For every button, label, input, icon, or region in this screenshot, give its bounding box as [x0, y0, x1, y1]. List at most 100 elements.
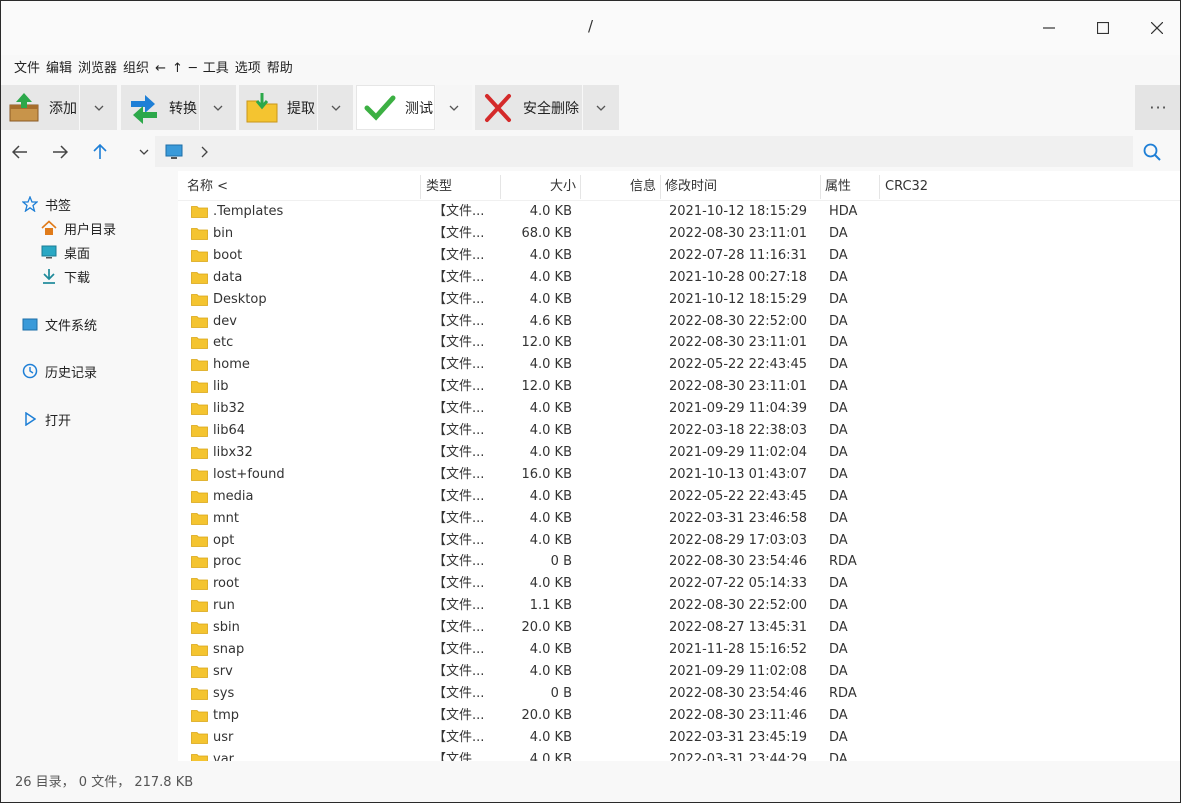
file-type: 【文件...	[433, 554, 485, 570]
test-dropdown[interactable]	[436, 85, 472, 130]
file-type: 【文件...	[433, 707, 485, 723]
table-row[interactable]: lib32 【文件... 4.0 KB 2021-09-29 11:04:39 DA	[178, 398, 1180, 420]
table-row[interactable]: etc 【文件... 12.0 KB 2022-08-30 23:11:01 DA	[178, 332, 1180, 354]
table-row[interactable]: sys 【文件... 0 B 2022-08-30 23:54:46 RDA	[178, 683, 1180, 705]
table-row[interactable]: snap 【文件... 4.0 KB 2021-11-28 15:16:52 DA	[178, 639, 1180, 661]
sidebar-item-open[interactable]: 打开	[21, 409, 71, 429]
delete-dropdown[interactable]	[583, 85, 619, 130]
table-row[interactable]: lib64 【文件... 4.0 KB 2022-03-18 22:38:03 DA	[178, 420, 1180, 442]
file-name: sbin	[213, 620, 240, 636]
menu-file[interactable]: 文件	[11, 59, 43, 79]
breadcrumb-chevron-icon[interactable]	[201, 146, 208, 158]
table-row[interactable]: sbin 【文件... 20.0 KB 2022-08-27 13:45:31 DA	[178, 617, 1180, 639]
table-row[interactable]: var 【文件... 4.0 KB 2022-03-31 23:44:29 DA	[178, 749, 1180, 762]
chevron-down-icon	[139, 149, 149, 155]
table-row[interactable]: libx32 【文件... 4.0 KB 2021-09-29 11:02:04 DA	[178, 442, 1180, 464]
table-row[interactable]: opt 【文件... 4.0 KB 2022-08-29 17:03:03 DA	[178, 530, 1180, 552]
test-button[interactable]: 测试	[356, 85, 435, 130]
column-type[interactable]: 类型	[426, 176, 452, 198]
sidebar-item-downloads[interactable]: 下载	[40, 266, 90, 286]
table-row[interactable]: lost+found 【文件... 16.0 KB 2021-10-13 01:43:…	[178, 464, 1180, 486]
column-separator[interactable]	[580, 175, 581, 199]
secure-delete-button[interactable]: 安全删除	[475, 85, 582, 130]
folder-icon	[191, 709, 208, 722]
table-row[interactable]: data 【文件... 4.0 KB 2021-10-28 00:27:18 DA	[178, 267, 1180, 289]
close-button[interactable]	[1134, 11, 1180, 45]
table-row[interactable]: .Templates 【文件... 4.0 KB 2021-10-12 18:15:2…	[178, 201, 1180, 223]
column-crc32[interactable]: CRC32	[885, 176, 928, 198]
add-button[interactable]: 添加	[1, 85, 79, 130]
more-options-button[interactable]: ···	[1135, 85, 1180, 130]
search-button[interactable]	[1138, 138, 1166, 166]
menu-options[interactable]: 选项	[232, 59, 264, 79]
extract-dropdown[interactable]	[318, 85, 353, 130]
sidebar-item-history[interactable]: 历史记录	[21, 361, 97, 381]
table-row[interactable]: home 【文件... 4.0 KB 2022-05-22 22:43:45 DA	[178, 354, 1180, 376]
back-button[interactable]	[5, 138, 35, 166]
file-type: 【文件...	[433, 663, 485, 679]
column-separator[interactable]	[879, 175, 880, 199]
maximize-button[interactable]	[1080, 11, 1126, 45]
table-row[interactable]: srv 【文件... 4.0 KB 2021-09-29 11:02:08 DA	[178, 661, 1180, 683]
file-type: 【文件...	[433, 269, 485, 285]
file-type: 【文件...	[433, 685, 485, 701]
table-row[interactable]: bin 【文件... 68.0 KB 2022-08-30 23:11:01 DA	[178, 223, 1180, 245]
file-type: 【文件...	[433, 313, 485, 329]
forward-button[interactable]	[45, 138, 75, 166]
sidebar-item-desktop[interactable]: 桌面	[40, 242, 90, 262]
column-attributes[interactable]: 属性	[825, 176, 851, 198]
maximize-icon	[1097, 22, 1109, 34]
minimize-button[interactable]	[1026, 11, 1072, 45]
file-name: sys	[213, 685, 235, 701]
add-dropdown[interactable]	[80, 85, 117, 130]
table-row[interactable]: run 【文件... 1.1 KB 2022-08-30 22:52:00 DA	[178, 595, 1180, 617]
file-attributes: DA	[829, 401, 848, 417]
chevron-down-icon	[94, 105, 103, 111]
sidebar-item-filesystem[interactable]: 文件系统	[21, 314, 97, 334]
table-row[interactable]: mnt 【文件... 4.0 KB 2022-03-31 23:46:58 DA	[178, 508, 1180, 530]
menu-tools[interactable]: 工具	[200, 59, 232, 79]
file-type: 【文件...	[433, 642, 485, 657]
file-size: 4.0 KB	[529, 401, 572, 417]
convert-button[interactable]: 转换	[121, 85, 199, 130]
menu-up-arrow[interactable]: ↑	[169, 59, 186, 79]
table-row[interactable]: dev 【文件... 4.6 KB 2022-08-30 22:52:00 DA	[178, 311, 1180, 333]
menu-browser[interactable]: 浏览器	[75, 59, 120, 79]
column-modified[interactable]: 修改时间	[665, 176, 717, 198]
convert-dropdown[interactable]	[200, 85, 236, 130]
file-attributes: DA	[829, 751, 848, 762]
column-separator[interactable]	[420, 175, 421, 199]
sidebar-item-bookmarks[interactable]: 书签	[21, 194, 71, 214]
table-row[interactable]: root 【文件... 4.0 KB 2022-07-22 05:14:33 DA	[178, 573, 1180, 595]
table-row[interactable]: media 【文件... 4.0 KB 2022-05-22 22:43:45 DA	[178, 486, 1180, 508]
file-modified: 2021-10-13 01:43:07	[669, 466, 808, 482]
file-attributes: DA	[829, 510, 848, 526]
column-separator[interactable]	[500, 175, 501, 199]
sidebar-label-open: 打开	[45, 413, 72, 429]
file-type: 【文件...	[433, 598, 485, 614]
menu-organize[interactable]: 组织	[120, 59, 152, 79]
menu-back-arrow[interactable]: ←	[152, 59, 169, 79]
table-row[interactable]: usr 【文件... 4.0 KB 2022-03-31 23:45:19 DA	[178, 727, 1180, 749]
menu-separator-dash[interactable]: ─	[186, 59, 200, 79]
chevron-down-icon	[596, 105, 606, 111]
table-row[interactable]: tmp 【文件... 20.0 KB 2022-08-30 23:11:46 DA	[178, 705, 1180, 727]
extract-button[interactable]: 提取	[239, 85, 317, 130]
file-size: 4.0 KB	[529, 423, 572, 438]
menu-help[interactable]: 帮助	[264, 59, 296, 79]
file-modified: 2022-03-31 23:46:58	[669, 510, 808, 526]
column-name[interactable]: 名称 <	[187, 176, 228, 198]
table-row[interactable]: lib 【文件... 12.0 KB 2022-08-30 23:11:01 DA	[178, 376, 1180, 398]
column-separator[interactable]	[820, 175, 821, 199]
column-info[interactable]: 信息	[586, 176, 656, 198]
menu-edit[interactable]: 编辑	[43, 59, 75, 79]
table-row[interactable]: Desktop 【文件... 4.0 KB 2021-10-12 18:15:29 DA	[178, 289, 1180, 311]
table-row[interactable]: proc 【文件... 0 B 2022-08-30 23:54:46 RDA	[178, 551, 1180, 573]
column-size[interactable]: 大小	[506, 176, 576, 198]
table-row[interactable]: boot 【文件... 4.0 KB 2022-07-28 11:16:31 DA	[178, 245, 1180, 267]
sidebar-item-home[interactable]: 用户目录	[40, 218, 116, 238]
folder-icon	[191, 359, 208, 372]
up-button[interactable]	[85, 138, 115, 166]
column-separator[interactable]	[660, 175, 661, 199]
address-bar[interactable]	[155, 136, 1133, 167]
